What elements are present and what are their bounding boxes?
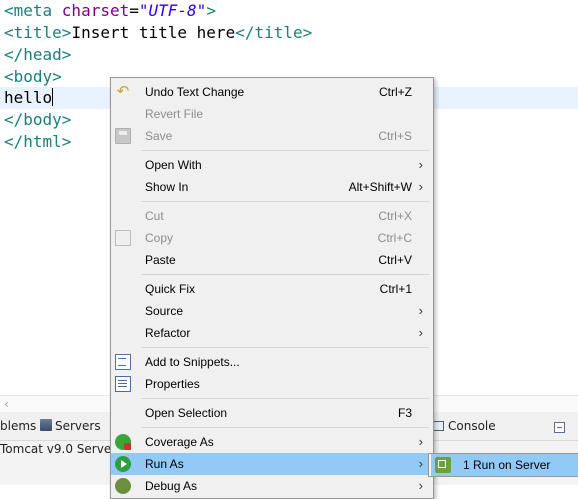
tab-problems[interactable]: blems bbox=[0, 412, 36, 440]
chevron-right-icon: › bbox=[418, 325, 423, 340]
code-line-7: </html> bbox=[4, 132, 72, 151]
tab-servers[interactable]: Servers bbox=[40, 412, 101, 440]
menu-item-label: Cut bbox=[145, 209, 164, 223]
menu-item-shortcut: F3 bbox=[397, 406, 412, 420]
chevron-right-icon: › bbox=[418, 434, 423, 449]
menu-separator bbox=[141, 347, 429, 348]
menu-item-shortcut: Ctrl+V bbox=[378, 253, 412, 267]
menu-item-paste[interactable]: Paste Ctrl+V bbox=[111, 249, 433, 271]
charset-value: "UTF-8" bbox=[138, 1, 207, 20]
scroll-left-icon[interactable]: ‹ bbox=[4, 396, 9, 412]
code-line-2: <title>Insert title here</title> bbox=[4, 22, 312, 44]
properties-icon bbox=[115, 376, 131, 392]
code-line-5: hello bbox=[4, 87, 54, 109]
menu-item-open-selection[interactable]: Open Selection F3 bbox=[111, 402, 433, 424]
charset-attribute: charset bbox=[61, 1, 130, 20]
menu-item-refactor[interactable]: Refactor › bbox=[111, 322, 433, 344]
title-close-tag: </title> bbox=[235, 23, 313, 42]
tab-servers-label: Servers bbox=[55, 419, 101, 433]
context-menu: ↶ Undo Text Change Ctrl+Z Revert File Sa… bbox=[110, 77, 434, 499]
server-list-item[interactable]: Tomcat v9.0 Server a bbox=[0, 441, 127, 457]
tab-console-label: Console bbox=[448, 419, 496, 433]
title-open-tag: <title> bbox=[4, 23, 72, 42]
menu-item-shortcut: Ctrl+1 bbox=[379, 282, 412, 296]
menu-item-label: Save bbox=[145, 129, 173, 143]
menu-item-properties[interactable]: Properties bbox=[111, 373, 433, 395]
title-text: Insert title here bbox=[71, 23, 236, 42]
menu-item-shortcut: Ctrl+X bbox=[378, 209, 412, 223]
undo-icon: ↶ bbox=[116, 83, 130, 100]
menu-item-undo[interactable]: ↶ Undo Text Change Ctrl+Z bbox=[111, 81, 433, 103]
chevron-right-icon: › bbox=[418, 157, 423, 172]
menu-item-label: Show In bbox=[145, 180, 189, 194]
chevron-right-icon: › bbox=[418, 456, 423, 471]
menu-item-cut[interactable]: Cut Ctrl+X bbox=[111, 205, 433, 227]
body-text: hello bbox=[4, 88, 53, 107]
menu-item-label: Properties bbox=[145, 377, 200, 391]
menu-item-quick-fix[interactable]: Quick Fix Ctrl+1 bbox=[111, 278, 433, 300]
menu-item-copy[interactable]: Copy Ctrl+C bbox=[111, 227, 433, 249]
menu-item-label: Coverage As bbox=[145, 435, 214, 449]
run-icon bbox=[115, 456, 131, 472]
chevron-right-icon: › bbox=[418, 478, 423, 493]
menu-item-show-in[interactable]: Show In Alt+Shift+W › bbox=[111, 176, 433, 198]
servers-icon bbox=[40, 419, 52, 431]
equals-sign: = bbox=[129, 1, 139, 20]
code-line-6: </body> bbox=[4, 110, 72, 129]
menu-item-label: Copy bbox=[145, 231, 174, 245]
coverage-icon bbox=[115, 434, 131, 450]
menu-separator bbox=[141, 427, 429, 428]
code-line-1: <meta charset="UTF-8"> bbox=[4, 0, 216, 22]
tab-console[interactable]: Console bbox=[432, 412, 496, 440]
meta-tag-open: <meta bbox=[4, 1, 62, 20]
menu-item-add-to-snippets[interactable]: Add to Snippets... bbox=[111, 351, 433, 373]
run-as-submenu: 1 Run on Server bbox=[428, 453, 578, 477]
server-run-icon bbox=[435, 457, 451, 473]
menu-item-label: Source bbox=[145, 304, 184, 318]
menu-item-label: Open With bbox=[145, 158, 202, 172]
code-line-3: </head> bbox=[4, 45, 72, 64]
menu-item-label: Refactor bbox=[145, 326, 191, 340]
menu-item-debug-as[interactable]: Debug As › bbox=[111, 475, 433, 497]
debug-icon bbox=[115, 478, 131, 494]
menu-item-save[interactable]: Save Ctrl+S bbox=[111, 125, 433, 147]
menu-item-coverage-as[interactable]: Coverage As › bbox=[111, 431, 433, 453]
panel-controls bbox=[554, 418, 569, 437]
menu-separator bbox=[141, 398, 429, 399]
menu-item-shortcut: Ctrl+S bbox=[378, 129, 412, 143]
minimize-icon[interactable] bbox=[554, 422, 565, 433]
menu-item-label: Debug As bbox=[145, 479, 198, 493]
menu-item-label: Paste bbox=[145, 253, 176, 267]
menu-item-label: Run As bbox=[145, 457, 184, 471]
menu-item-shortcut: Ctrl+C bbox=[377, 231, 412, 245]
menu-item-run-as[interactable]: Run As › bbox=[111, 453, 433, 475]
menu-item-label: Quick Fix bbox=[145, 282, 196, 296]
menu-item-label: Open Selection bbox=[145, 406, 228, 420]
meta-tag-close: > bbox=[206, 1, 216, 20]
menu-item-shortcut: Ctrl+Z bbox=[379, 85, 412, 99]
menu-item-open-with[interactable]: Open With › bbox=[111, 154, 433, 176]
menu-item-label: Revert File bbox=[145, 107, 204, 121]
save-icon bbox=[115, 128, 131, 144]
menu-separator bbox=[141, 274, 429, 275]
menu-item-shortcut: Alt+Shift+W bbox=[348, 180, 412, 194]
menu-item-revert-file[interactable]: Revert File bbox=[111, 103, 433, 125]
menu-separator bbox=[141, 150, 429, 151]
chevron-right-icon: › bbox=[418, 179, 423, 194]
menu-separator bbox=[141, 201, 429, 202]
tab-problems-label: blems bbox=[0, 419, 37, 433]
copy-icon bbox=[115, 230, 131, 246]
menu-item-source[interactable]: Source › bbox=[111, 300, 433, 322]
menu-item-label: Add to Snippets... bbox=[145, 355, 240, 369]
chevron-right-icon: › bbox=[418, 303, 423, 318]
menu-item-label: Undo Text Change bbox=[145, 85, 245, 99]
snippet-icon bbox=[115, 354, 131, 370]
code-line-4: <body> bbox=[4, 67, 62, 86]
submenu-item-label: 1 Run on Server bbox=[463, 458, 551, 472]
text-caret bbox=[52, 88, 54, 106]
